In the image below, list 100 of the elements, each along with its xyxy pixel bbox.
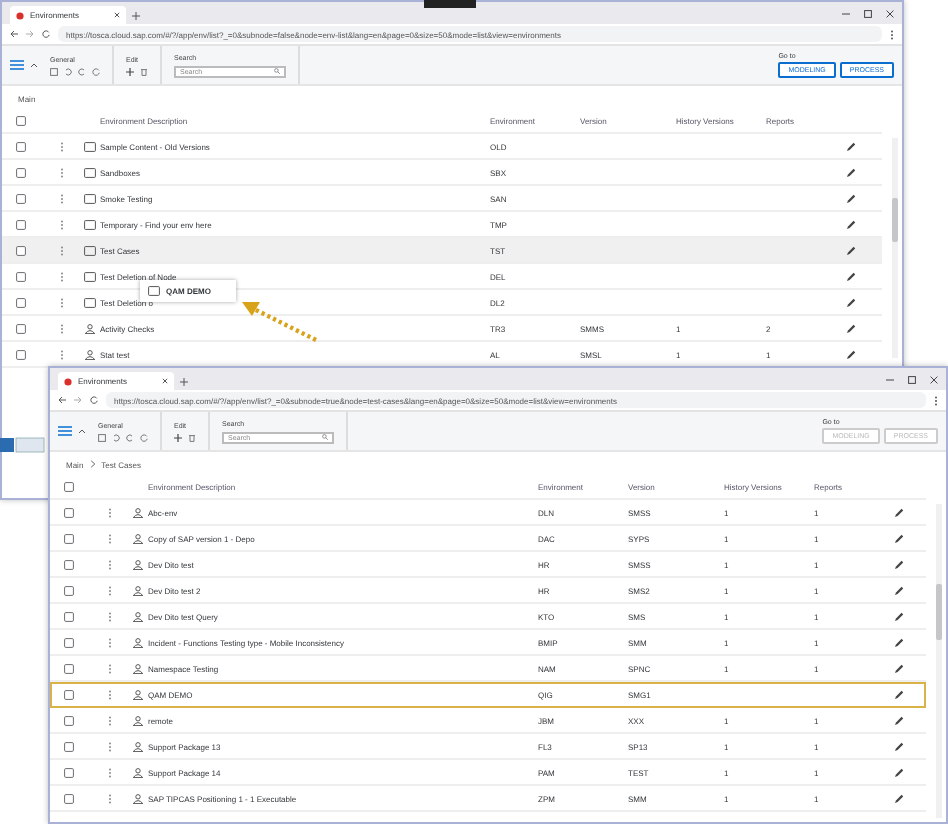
add-icon[interactable]: [174, 433, 182, 441]
save-icon[interactable]: [98, 433, 106, 441]
edit-icon[interactable]: [846, 323, 856, 333]
checkbox[interactable]: [64, 689, 74, 699]
folder-icon: [84, 219, 96, 229]
menu-icon[interactable]: [10, 60, 24, 70]
checkbox[interactable]: [16, 245, 26, 255]
edit-icon[interactable]: [846, 167, 856, 177]
edit-icon[interactable]: [894, 611, 904, 621]
edit-icon[interactable]: [846, 193, 856, 203]
back-icon[interactable]: [10, 30, 18, 38]
trash-icon[interactable]: [188, 433, 196, 441]
trash-icon[interactable]: [140, 67, 148, 75]
folder-icon: [84, 297, 96, 307]
taskbar-icon[interactable]: [0, 437, 45, 453]
chevron-right-icon: [89, 460, 96, 468]
checkbox[interactable]: [16, 323, 26, 333]
checkbox[interactable]: [16, 219, 26, 229]
edit-icon[interactable]: [894, 767, 904, 777]
person-icon: [132, 767, 144, 777]
checkbox[interactable]: [64, 741, 74, 751]
person-icon: [84, 323, 96, 333]
forward-icon[interactable]: [26, 30, 34, 38]
edit-icon[interactable]: [894, 533, 904, 543]
edit-icon[interactable]: [894, 715, 904, 725]
edit-icon[interactable]: [846, 141, 856, 151]
back-icon[interactable]: [58, 396, 66, 404]
checkbox[interactable]: [64, 507, 74, 517]
maximize-icon[interactable]: [908, 375, 916, 383]
checkbox[interactable]: [64, 767, 74, 777]
search-icon[interactable]: [322, 434, 328, 440]
person-icon: [132, 663, 144, 673]
app-icon: [16, 11, 24, 19]
folder-icon: [84, 193, 96, 203]
menu-icon[interactable]: [58, 426, 72, 436]
reload-icon[interactable]: [42, 30, 50, 38]
folder-icon: [148, 286, 160, 296]
person-icon: [132, 611, 144, 621]
forward-icon[interactable]: [74, 396, 82, 404]
edit-icon[interactable]: [894, 637, 904, 647]
new-tab-icon[interactable]: [132, 6, 140, 24]
undo-icon[interactable]: [64, 67, 72, 75]
maximize-icon[interactable]: [864, 9, 872, 17]
checkbox[interactable]: [64, 533, 74, 543]
folder-icon: [84, 271, 96, 281]
minimize-icon[interactable]: [842, 9, 850, 17]
person-icon: [84, 349, 96, 359]
checkbox[interactable]: [16, 116, 26, 126]
edit-icon[interactable]: [846, 219, 856, 229]
close-icon[interactable]: [162, 378, 168, 384]
edit-icon[interactable]: [846, 245, 856, 255]
checkbox[interactable]: [16, 349, 26, 359]
edit-icon[interactable]: [894, 507, 904, 517]
reload-icon[interactable]: [92, 67, 100, 75]
save-icon[interactable]: [50, 67, 58, 75]
edit-icon[interactable]: [846, 349, 856, 359]
edit-icon[interactable]: [894, 559, 904, 569]
person-icon: [132, 637, 144, 647]
person-icon: [132, 533, 144, 543]
checkbox[interactable]: [64, 637, 74, 647]
close-icon[interactable]: [930, 375, 938, 383]
person-icon: [132, 559, 144, 569]
edit-icon[interactable]: [846, 271, 856, 281]
reload-icon[interactable]: [90, 396, 98, 404]
checkbox[interactable]: [64, 482, 74, 492]
checkbox[interactable]: [64, 793, 74, 803]
new-tab-icon[interactable]: [180, 372, 188, 390]
checkbox[interactable]: [64, 663, 74, 673]
edit-icon[interactable]: [846, 297, 856, 307]
edit-icon[interactable]: [894, 793, 904, 803]
checkbox[interactable]: [16, 297, 26, 307]
close-icon[interactable]: [886, 9, 894, 17]
folder-icon: [84, 141, 96, 151]
checkbox[interactable]: [16, 193, 26, 203]
minimize-icon[interactable]: [886, 375, 894, 383]
checkbox[interactable]: [64, 559, 74, 569]
screen-recorder-bar: [424, 0, 476, 8]
edit-icon[interactable]: [894, 585, 904, 595]
app-icon: [64, 377, 72, 385]
checkbox[interactable]: [16, 271, 26, 281]
checkbox[interactable]: [16, 141, 26, 151]
person-icon: [132, 793, 144, 803]
person-icon: [132, 689, 144, 699]
checkbox[interactable]: [16, 167, 26, 177]
search-icon[interactable]: [274, 68, 280, 74]
folder-icon: [84, 245, 96, 255]
edit-icon[interactable]: [894, 689, 904, 699]
close-icon[interactable]: [114, 12, 120, 18]
edit-icon[interactable]: [894, 741, 904, 751]
redo-icon[interactable]: [78, 67, 86, 75]
add-icon[interactable]: [126, 67, 134, 75]
checkbox[interactable]: [64, 715, 74, 725]
checkbox[interactable]: [64, 585, 74, 595]
redo-icon[interactable]: [126, 433, 134, 441]
edit-icon[interactable]: [894, 663, 904, 673]
reload-icon[interactable]: [140, 433, 148, 441]
checkbox[interactable]: [64, 611, 74, 621]
drag-arrow: [242, 302, 317, 342]
undo-icon[interactable]: [112, 433, 120, 441]
folder-icon: [84, 167, 96, 177]
